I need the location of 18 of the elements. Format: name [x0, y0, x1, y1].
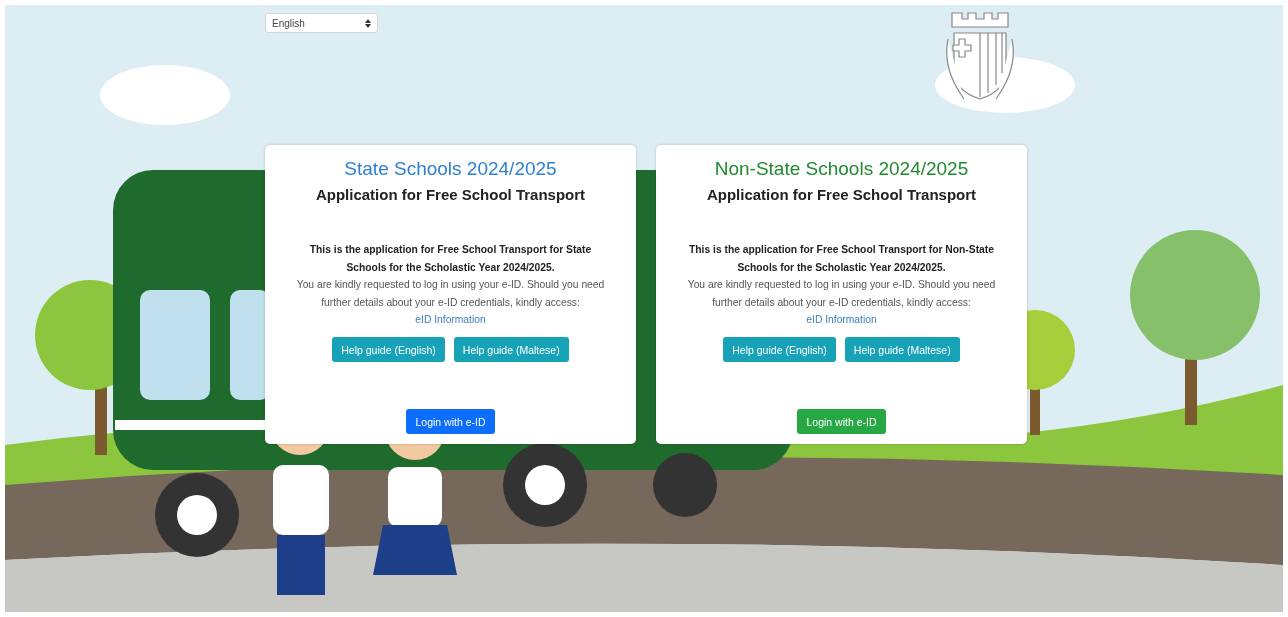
instructions-text: You are kindly requested to log in using your e-ID. Should you need further details about your e-ID credentials, kindly access:	[686, 278, 997, 310]
login-button[interactable]: Login with e-ID	[406, 409, 495, 434]
help-guide-button[interactable]: Help guide (English)	[332, 337, 445, 362]
intro-text: This is the application for Free School Transport for State Schools for the Scholastic Year 2024/2025.	[308, 243, 593, 275]
eid-information-link[interactable]: eID Information	[806, 311, 877, 328]
instructions-text: You are kindly requested to log in using your e-ID. Should you need further details about your e-ID credentials, kindly access:	[295, 278, 606, 310]
login-button[interactable]: Login with e-ID	[797, 409, 886, 434]
help-guide-button[interactable]: Help guide (English)	[723, 337, 836, 362]
intro-text: This is the application for Free School Transport for Non-State Schools for the Scholastic Year 2024/2025.	[688, 243, 995, 275]
card-title: State Schools 2024/2025	[344, 157, 557, 181]
language-select[interactable]: English	[265, 13, 378, 33]
card-title: Non-State Schools 2024/2025	[714, 157, 969, 181]
eid-information-link[interactable]: eID Information	[415, 311, 486, 328]
card-subtitle: Application for Free School Transport	[315, 185, 586, 205]
help-guide-button[interactable]: Help guide (Maltese)	[844, 337, 960, 362]
help-guide-button[interactable]: Help guide (Maltese)	[453, 337, 569, 362]
card-subtitle: Application for Free School Transport	[706, 185, 977, 205]
sort-caret-icon	[365, 18, 371, 28]
